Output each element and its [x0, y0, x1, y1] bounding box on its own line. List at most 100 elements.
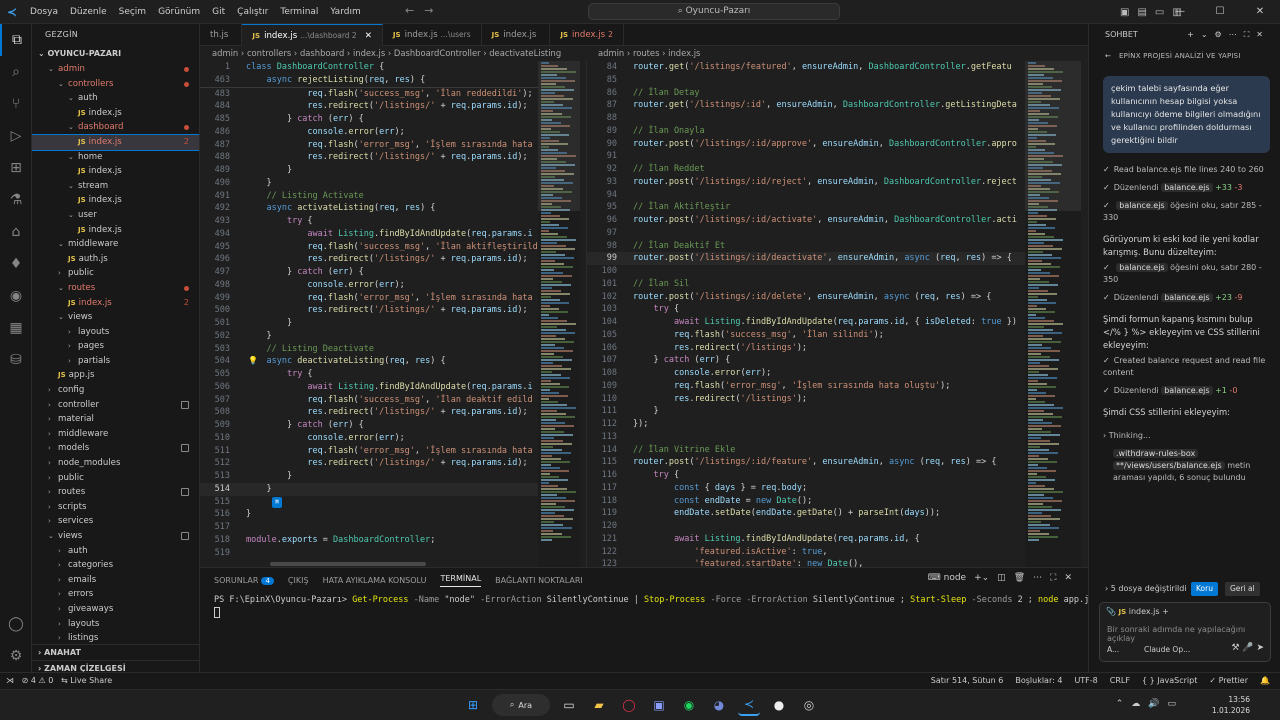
- menu-item[interactable]: Görünüm: [152, 0, 206, 24]
- inline-chat-icon[interactable]: ⌘: [272, 496, 283, 508]
- folder-item[interactable]: › node_modules: [32, 456, 199, 471]
- file-chip[interactable]: balance.ejs: [1161, 386, 1213, 395]
- file-chip[interactable]: balance.ejs: [1161, 183, 1213, 192]
- system-tray[interactable]: ⌃☁🔊▭: [1116, 699, 1184, 709]
- chat-input[interactable]: 📎 JS index.js + Bir sonraki adımda ne ya…: [1099, 602, 1271, 662]
- outline-section[interactable]: › ANAHAT: [32, 644, 199, 660]
- spotify-icon[interactable]: ◉: [678, 694, 700, 716]
- panel-tab[interactable]: SORUNLAR 4: [214, 576, 274, 585]
- menu-item[interactable]: Terminal: [274, 0, 324, 24]
- more-actions-icon[interactable]: ⋯: [1033, 573, 1042, 583]
- new-terminal-icon[interactable]: +⌄: [974, 573, 989, 583]
- editor-right[interactable]: 84 router.get('/listings/featured', ensur…: [587, 61, 1025, 567]
- github-desktop-icon[interactable]: ●: [768, 694, 790, 716]
- chat-step[interactable]: ✓ balance.ejs öğesini oku, satır 285 - 3…: [1103, 197, 1270, 227]
- back-arrow-icon[interactable]: ←: [1105, 46, 1111, 66]
- folder-item[interactable]: › models: [32, 441, 199, 456]
- menu-item[interactable]: Yardım: [324, 0, 366, 24]
- folder-item[interactable]: ⌄ views: [32, 310, 199, 325]
- editor-tab[interactable]: JS index.js ...\dashboard 2 ✕: [242, 24, 383, 46]
- menu-item[interactable]: Git: [206, 0, 231, 24]
- breadcrumb-item[interactable]: index.js: [353, 48, 385, 58]
- task-view-icon[interactable]: ▭: [558, 694, 580, 716]
- chat-header-actions[interactable]: +⌄⚙⋯⛶✕: [1187, 24, 1270, 46]
- breadcrumb-item[interactable]: DashboardController: [394, 48, 481, 58]
- folder-item[interactable]: ⌄ stream: [32, 179, 199, 194]
- encoding[interactable]: UTF-8: [1074, 673, 1097, 689]
- app-icon[interactable]: ▣: [648, 694, 670, 716]
- search-icon[interactable]: ⌕: [0, 56, 32, 88]
- folder-item[interactable]: › giveaways: [32, 602, 199, 617]
- breadcrumb-item[interactable]: deactivateListing: [489, 48, 561, 58]
- command-center-search[interactable]: ⌕ Oyuncu-Pazarı: [588, 3, 840, 20]
- folder-item[interactable]: ⌄ auth: [32, 91, 199, 106]
- file-item[interactable]: JS index.js: [32, 223, 199, 238]
- folder-item[interactable]: › layouts: [32, 617, 199, 632]
- horizontal-scrollbar[interactable]: [270, 562, 426, 566]
- timeline-section[interactable]: › ZAMAN ÇİZELGESİ: [32, 660, 199, 672]
- folder-item[interactable]: › errors: [32, 587, 199, 602]
- minimap-left[interactable]: [538, 61, 580, 567]
- folder-item[interactable]: ⌄ middleware: [32, 237, 199, 252]
- remote-indicator-icon[interactable]: ⋊: [6, 676, 14, 685]
- menu-item[interactable]: Çalıştır: [231, 0, 274, 24]
- folder-item[interactable]: › auth: [32, 544, 199, 559]
- github-icon[interactable]: ◉: [0, 280, 32, 312]
- folder-item[interactable]: ⌄ user: [32, 208, 199, 223]
- opera-icon[interactable]: ◯: [618, 694, 640, 716]
- layout-icon[interactable]: ▣: [1120, 7, 1129, 18]
- language-mode[interactable]: { } JavaScript: [1142, 673, 1197, 689]
- terminal-shell-icon[interactable]: ⌨ node: [928, 573, 966, 583]
- tab-close-icon[interactable]: ✕: [365, 31, 372, 41]
- folder-item[interactable]: › routes: [32, 485, 199, 500]
- indentation[interactable]: Boşluklar: 4: [1015, 673, 1062, 689]
- testing-icon[interactable]: ⚗: [0, 184, 32, 216]
- folder-item[interactable]: › public: [32, 471, 199, 486]
- terminal-output[interactable]: PS F:\EpinX\Oyuncu-Pazarı> Get-Process -…: [200, 592, 1094, 621]
- breadcrumb-item[interactable]: routes: [633, 48, 660, 58]
- folder-item[interactable]: › public: [32, 266, 199, 281]
- keep-button[interactable]: Koru: [1191, 582, 1218, 596]
- breadcrumb-item[interactable]: controllers: [247, 48, 291, 58]
- folder-item[interactable]: › partials: [32, 354, 199, 369]
- folder-item[interactable]: ⌄ dashboard: [32, 120, 199, 135]
- breadcrumb-right[interactable]: admin › routes › index.js: [598, 46, 1044, 61]
- menu-item[interactable]: Dosya: [24, 0, 64, 24]
- chat-step[interactable]: ✓ Düzenlendi balance.ejs +1 -0: [1103, 382, 1270, 400]
- run-debug-icon[interactable]: ▷: [0, 120, 32, 152]
- menu-item[interactable]: Düzenle: [64, 0, 113, 24]
- workspace-root[interactable]: ⌄ OYUNCU-PAZARI: [32, 46, 199, 62]
- thinking-indicator[interactable]: › Thinking...: [1103, 427, 1270, 445]
- discord-icon[interactable]: ◕: [708, 694, 730, 716]
- minimap-viewport[interactable]: [538, 61, 580, 211]
- chat-step[interactable]: ✓ Read balance.ejs file lines 240 to 260: [1103, 161, 1270, 179]
- folder-item[interactable]: › material: [32, 412, 199, 427]
- file-explorer-icon[interactable]: ▰: [588, 694, 610, 716]
- kill-terminal-icon[interactable]: 🗑: [1014, 573, 1025, 583]
- lightbulb-icon[interactable]: 💡: [248, 355, 258, 368]
- taskbar-search[interactable]: ⌕ Ara: [492, 694, 550, 716]
- changed-files[interactable]: › 5 dosya değiştirildi Koru Geri al: [1099, 580, 1271, 598]
- folder-item[interactable]: ⌄ home: [32, 150, 199, 165]
- folder-item[interactable]: › middleware: [32, 427, 199, 442]
- file-item[interactable]: JS auth.js: [32, 252, 199, 267]
- breadcrumb-item[interactable]: admin: [212, 48, 238, 58]
- close-panel-icon[interactable]: ✕: [1064, 573, 1072, 583]
- folder-item[interactable]: › emails: [32, 573, 199, 588]
- folder-item[interactable]: › config: [32, 383, 199, 398]
- file-chip[interactable]: balance.ejs: [1116, 263, 1168, 272]
- folder-item[interactable]: › categories: [32, 558, 199, 573]
- cursor-position[interactable]: Satır 514, Sütun 6: [931, 673, 1004, 689]
- folder-item[interactable]: ⌄ controllers: [32, 77, 199, 92]
- panel-tab[interactable]: HATA AYIKLAMA KONSOLU: [323, 576, 427, 585]
- chat-step[interactable]: ✓ balance.ejs öğesini oku, satır 280 - 3…: [1103, 259, 1270, 289]
- breadcrumb-item[interactable]: admin: [598, 48, 624, 58]
- prettier-status[interactable]: ✓ Prettier: [1209, 673, 1248, 689]
- vscode-taskbar-icon[interactable]: ≺: [738, 694, 760, 716]
- folder-item[interactable]: ⌄ views: [32, 529, 199, 544]
- live-share-status[interactable]: ⇆ Live Share: [61, 676, 112, 685]
- undo-button[interactable]: Geri al: [1225, 582, 1260, 596]
- notifications-icon[interactable]: 🔔: [1260, 673, 1270, 689]
- chat-step[interactable]: ✓ Düzenlendi balance.ejs +23 -9: [1103, 289, 1270, 307]
- editor-tab[interactable]: th.js: [200, 24, 243, 46]
